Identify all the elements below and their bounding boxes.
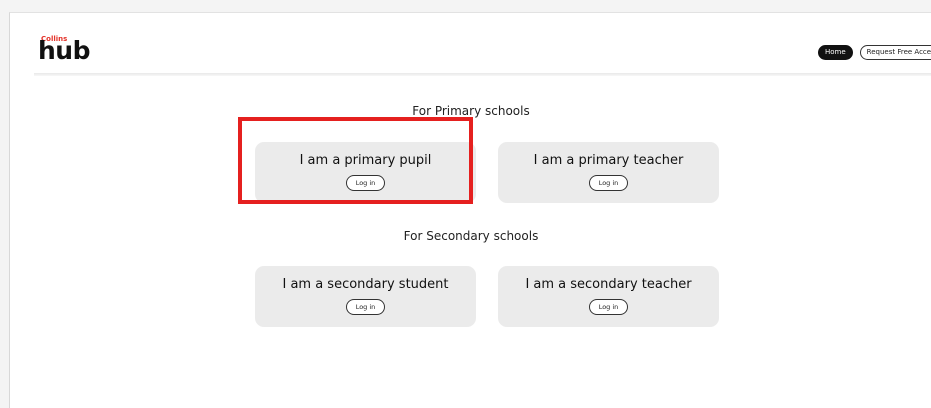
request-free-access-button[interactable]: Request Free Access [859,45,931,60]
secondary-student-login-button[interactable]: Log in [345,299,386,315]
card-title: I am a secondary student [282,277,449,292]
card-title: I am a secondary teacher [525,277,692,292]
primary-pupil-login-button[interactable]: Log in [345,175,386,191]
secondary-teacher-login-button[interactable]: Log in [588,299,629,315]
header-divider [34,73,931,76]
header-nav: Home Request Free Access [818,45,931,60]
secondary-student-card[interactable]: I am a secondary student Log in [255,266,476,327]
card-title: I am a primary pupil [299,153,432,168]
secondary-schools-heading: For Secondary schools [403,229,539,243]
primary-teacher-login-button[interactable]: Log in [588,175,629,191]
site-header: Collins hub Home Request Free Access [10,13,931,73]
primary-schools-heading: For Primary schools [412,104,530,118]
home-button[interactable]: Home [818,45,853,60]
page-frame: Collins hub Home Request Free Access For… [9,12,931,408]
card-title: I am a primary teacher [533,153,684,168]
collins-hub-logo[interactable]: Collins hub [38,35,91,67]
primary-teacher-card[interactable]: I am a primary teacher Log in [498,142,719,203]
logo-word: hub [38,36,91,65]
primary-pupil-card[interactable]: I am a primary pupil Log in [255,142,476,203]
secondary-teacher-card[interactable]: I am a secondary teacher Log in [498,266,719,327]
